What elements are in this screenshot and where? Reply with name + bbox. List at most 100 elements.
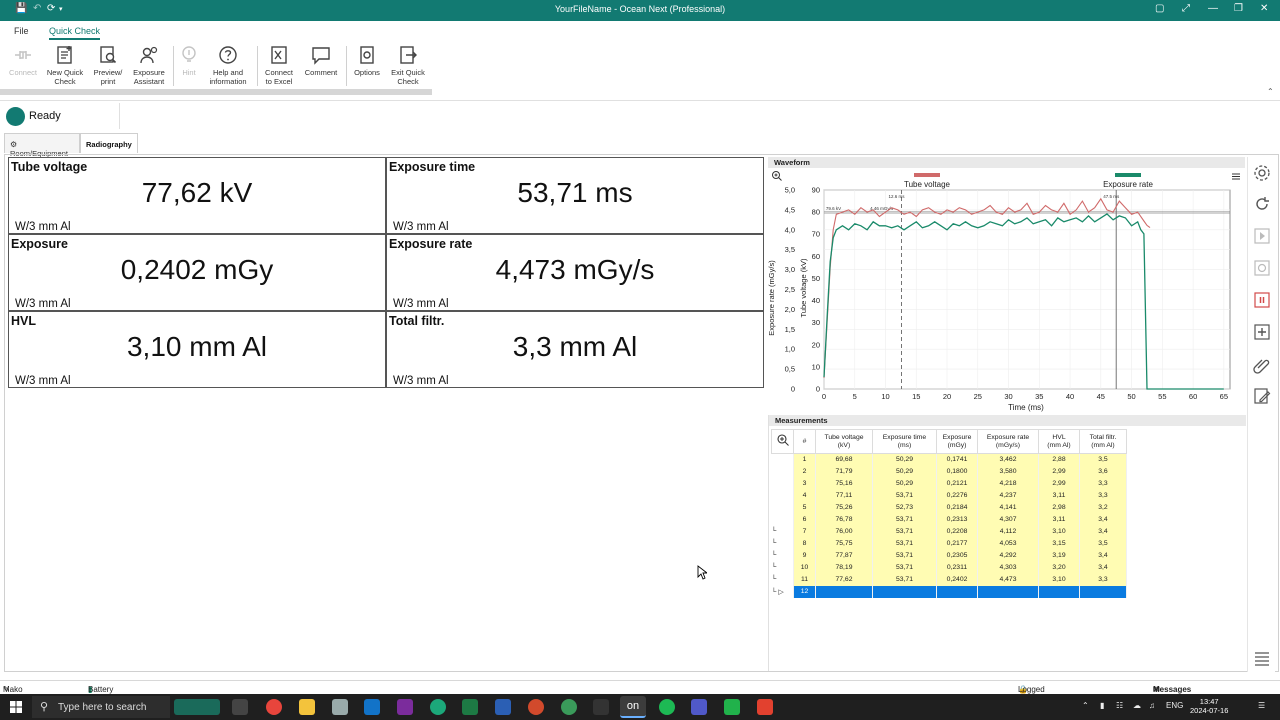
task-view-icon[interactable] xyxy=(232,699,248,715)
row-index[interactable]: 9 xyxy=(793,549,816,562)
table-cell[interactable]: 4,303 xyxy=(977,561,1039,574)
file-explorer-icon[interactable] xyxy=(299,699,315,715)
exit-quick-check-button[interactable]: Exit Quick Check xyxy=(385,42,431,86)
column-header[interactable]: HVL (mm Al) xyxy=(1038,429,1080,454)
table-cell[interactable]: 3,3 xyxy=(1079,573,1127,586)
row-index[interactable]: 4 xyxy=(793,489,816,502)
windows-start-icon[interactable] xyxy=(10,701,22,713)
table-cell[interactable]: 3,4 xyxy=(1079,513,1127,526)
row-chart-icon[interactable]: └ xyxy=(771,525,794,538)
table-cell[interactable] xyxy=(977,585,1039,598)
table-cell[interactable]: 53,71 xyxy=(872,573,937,586)
table-cell[interactable]: 2,98 xyxy=(1038,501,1080,514)
ribbon-display-icon[interactable]: ▢ xyxy=(1155,3,1164,14)
row-index[interactable]: 11 xyxy=(793,573,816,586)
table-cell[interactable]: 3,2 xyxy=(1079,501,1127,514)
table-cell[interactable] xyxy=(815,585,873,598)
row-chart-icon[interactable]: └ ▷ xyxy=(771,585,794,598)
table-cell[interactable]: 3,10 xyxy=(1038,525,1080,538)
table-row[interactable]: └ 7 76,00 53,71 0,2208 4,112 3,10 3,4 xyxy=(771,525,1127,538)
table-cell[interactable]: 3,3 xyxy=(1079,477,1127,490)
column-header[interactable]: Exposure time (ms) xyxy=(872,429,937,454)
stop-icon[interactable] xyxy=(1252,258,1272,278)
table-cell[interactable]: 3,10 xyxy=(1038,573,1080,586)
menu-icon[interactable] xyxy=(1232,173,1240,180)
spotify-icon[interactable] xyxy=(659,699,675,715)
table-cell[interactable]: 4,473 xyxy=(977,573,1039,586)
play-icon[interactable] xyxy=(1252,226,1272,246)
table-cell[interactable]: 0,1800 xyxy=(936,465,978,478)
table-cell[interactable]: 3,11 xyxy=(1038,489,1080,502)
waveform-chart[interactable]: Tube voltage Exposure rate 0 5 10 15 20 25 30 3… xyxy=(768,168,1245,413)
options-button[interactable]: Options xyxy=(344,42,390,78)
table-cell[interactable]: 0,2402 xyxy=(936,573,978,586)
refresh-icon[interactable] xyxy=(1252,194,1272,214)
fullscreen-icon[interactable]: ⤢ xyxy=(1182,3,1190,14)
table-cell[interactable]: 52,73 xyxy=(872,501,937,514)
column-header[interactable]: Exposure rate (mGy/s) xyxy=(977,429,1039,454)
table-row[interactable]: 6 76,78 53,71 0,2313 4,307 3,11 3,4 xyxy=(771,513,1127,526)
row-index[interactable]: 3 xyxy=(793,477,816,490)
wifi-icon[interactable]: ☷ xyxy=(1116,701,1123,710)
chrome-icon[interactable] xyxy=(266,699,282,715)
terminal-icon[interactable] xyxy=(593,699,609,715)
table-cell[interactable]: 3,4 xyxy=(1079,561,1127,574)
table-cell[interactable]: 2,88 xyxy=(1038,453,1080,466)
table-row[interactable]: 1 69,68 50,29 0,1741 3,462 2,88 3,5 xyxy=(771,453,1127,466)
volume-icon[interactable]: ♫ xyxy=(1149,701,1155,710)
maximize-icon[interactable]: ❐ xyxy=(1234,3,1243,14)
excel-app-icon[interactable] xyxy=(462,699,478,715)
tab-room-equipment[interactable]: ⚙ Room/Equipment xyxy=(4,133,80,158)
list-icon[interactable] xyxy=(1252,648,1272,668)
table-cell[interactable]: 3,11 xyxy=(1038,513,1080,526)
table-cell[interactable]: 0,2311 xyxy=(936,561,978,574)
table-cell[interactable]: 3,4 xyxy=(1079,525,1127,538)
tab-quick-check[interactable]: Quick Check xyxy=(49,26,101,40)
table-row[interactable]: └ 9 77,87 53,71 0,2305 4,292 3,19 3,4 xyxy=(771,549,1127,562)
column-header[interactable]: Tube voltage (kV) xyxy=(815,429,873,454)
row-index[interactable]: 5 xyxy=(793,501,816,514)
zoom-icon[interactable] xyxy=(772,171,782,181)
notifications-icon[interactable]: ☰ xyxy=(1258,701,1265,710)
table-cell[interactable]: 53,71 xyxy=(872,549,937,562)
table-cell[interactable]: 2,99 xyxy=(1038,465,1080,478)
table-row[interactable]: 5 75,26 52,73 0,2184 4,141 2,98 3,2 xyxy=(771,501,1127,514)
table-cell[interactable]: 3,462 xyxy=(977,453,1039,466)
ocean-app-icon[interactable]: on xyxy=(620,696,646,718)
table-cell[interactable]: 78,19 xyxy=(815,561,873,574)
language-indicator[interactable]: ENG xyxy=(1166,701,1183,710)
table-cell[interactable] xyxy=(1079,585,1127,598)
row-index[interactable]: 10 xyxy=(793,561,816,574)
table-cell[interactable]: 3,3 xyxy=(1079,489,1127,502)
table-cell[interactable]: 77,11 xyxy=(815,489,873,502)
table-cell[interactable]: 75,26 xyxy=(815,501,873,514)
table-cell[interactable]: 0,2313 xyxy=(936,513,978,526)
connect-button[interactable]: Connect xyxy=(0,42,46,78)
edge-icon[interactable] xyxy=(430,699,446,715)
table-cell[interactable]: 2,99 xyxy=(1038,477,1080,490)
table-cell[interactable]: 76,78 xyxy=(815,513,873,526)
ribbon-scrollbar[interactable] xyxy=(0,89,432,95)
table-cell[interactable]: 75,16 xyxy=(815,477,873,490)
row-chart-icon[interactable]: └ xyxy=(771,573,794,586)
row-chart-icon[interactable]: └ xyxy=(771,537,794,550)
table-cell[interactable]: 0,2121 xyxy=(936,477,978,490)
cloud-icon[interactable]: ☁ xyxy=(1133,701,1141,710)
table-row[interactable]: 3 75,16 50,29 0,2121 4,218 2,99 3,3 xyxy=(771,477,1127,490)
table-cell[interactable]: 0,2184 xyxy=(936,501,978,514)
clock[interactable]: 13:47 2024-07-16 xyxy=(1190,697,1228,715)
row-index[interactable]: 12 xyxy=(793,585,816,598)
table-cell[interactable]: 53,71 xyxy=(872,537,937,550)
table-cell[interactable]: 4,053 xyxy=(977,537,1039,550)
column-header[interactable]: Total filtr. (mm Al) xyxy=(1079,429,1127,454)
table-cell[interactable]: 69,68 xyxy=(815,453,873,466)
edit-icon[interactable] xyxy=(1252,386,1272,406)
table-cell[interactable]: 3,15 xyxy=(1038,537,1080,550)
preview-print-button[interactable]: Preview/print xyxy=(85,42,131,86)
table-cell[interactable]: 53,71 xyxy=(872,489,937,502)
app-icon[interactable] xyxy=(332,699,348,715)
settings-icon[interactable] xyxy=(1252,163,1272,183)
table-row[interactable]: 2 71,79 50,29 0,1800 3,580 2,99 3,6 xyxy=(771,465,1127,478)
row-index[interactable]: 1 xyxy=(793,453,816,466)
app-globe-icon[interactable] xyxy=(561,699,577,715)
